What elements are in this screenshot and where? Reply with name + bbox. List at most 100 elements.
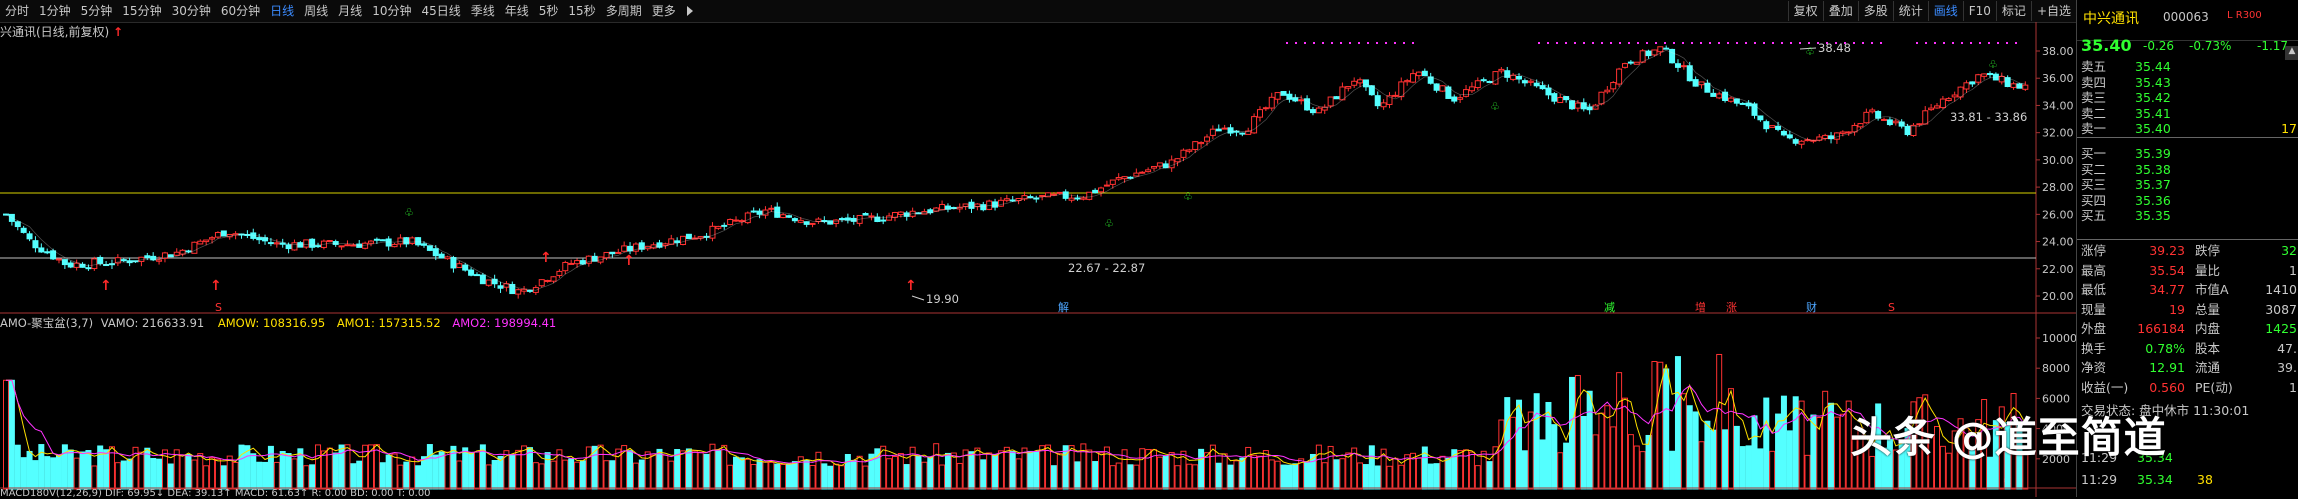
candle-body: [1839, 131, 1846, 134]
candle-body: [1121, 176, 1128, 180]
candle-body: [309, 238, 316, 248]
orderbook-row[interactable]: 买三 35.37: [2077, 177, 2298, 192]
candle-body: [256, 237, 263, 241]
buy-arrow-icon: ↑: [905, 278, 917, 294]
candle-body: [97, 256, 104, 264]
candle-body: [438, 253, 445, 259]
candle-body: [838, 218, 845, 221]
volume-bar: [1745, 445, 1752, 490]
event-marker: 财: [1806, 300, 1817, 314]
y-tick-label: 22.00: [2042, 263, 2074, 276]
candle-body: [1304, 98, 1311, 111]
candle-body: [1527, 80, 1534, 83]
indicator-name[interactable]: AMO-聚宝盆(3,7): [0, 316, 93, 330]
volume-bar: [1027, 450, 1034, 490]
candle-body: [1651, 49, 1658, 56]
candle-body: [1569, 100, 1576, 110]
orderbook-row[interactable]: 卖一 35.40 17: [2077, 121, 2298, 136]
orderbook-row[interactable]: 卖三 35.42: [2077, 90, 2298, 105]
buy-arrow-icon: ↑: [540, 250, 552, 266]
volume-bar: [1663, 368, 1670, 490]
orderbook-row[interactable]: 卖五 35.44: [2077, 59, 2298, 74]
stock-name[interactable]: 中兴通讯: [2083, 8, 2139, 28]
stat-row: 涨停 39.23 跌停 32: [2077, 243, 2298, 259]
volume-bar: [997, 450, 1004, 490]
volume-bar: [1233, 460, 1240, 490]
candle-body: [1251, 116, 1258, 134]
orderbook-label: 买五: [2081, 208, 2107, 223]
candle-body: [179, 249, 186, 255]
candle-body: [1733, 98, 1740, 104]
candle-body: [279, 242, 286, 245]
stat-row: 最高 35.54 量比 1: [2077, 263, 2298, 279]
orderbook-price: 35.37: [2135, 177, 2171, 192]
signal-dot: [1988, 42, 1990, 44]
candle-body: [886, 215, 893, 221]
signal-dot: [1565, 42, 1567, 44]
orderbook-row[interactable]: 买二 35.38: [2077, 162, 2298, 177]
volume-bar: [956, 462, 963, 490]
candle-body: [379, 239, 386, 242]
stat-label: 量比: [2195, 262, 2221, 278]
candle-body: [1280, 91, 1287, 96]
y-tick-label: 32.00: [2042, 127, 2074, 140]
orderbook-row[interactable]: 卖四 35.43: [2077, 75, 2298, 90]
candle-body: [1763, 121, 1770, 130]
orderbook-row[interactable]: 买一 35.39: [2077, 146, 2298, 161]
volume-bar: [515, 449, 522, 490]
stat-row: 换手 0.78% 股本 47.: [2077, 341, 2298, 357]
volume-bar: [73, 457, 80, 490]
candle-body: [1663, 47, 1670, 50]
signal-dot: [1961, 42, 1963, 44]
volume-bar: [379, 462, 386, 490]
candle-body: [868, 215, 875, 218]
volume-bar: [1504, 397, 1511, 490]
volume-bar: [338, 444, 345, 490]
scroll-up-button[interactable]: ▲: [2285, 46, 2298, 60]
y-tick-label: 28.00: [2042, 181, 2074, 194]
volume-bar: [438, 451, 445, 490]
candle-body: [326, 240, 333, 243]
volume-bar: [1616, 372, 1623, 490]
volume-bar: [968, 451, 975, 490]
volume-bar: [420, 456, 427, 490]
orderbook-row[interactable]: 买四 35.36: [2077, 193, 2298, 208]
stat-row: 净资 12.91 流通 39.: [2077, 360, 2298, 376]
candle-body: [1934, 105, 1941, 109]
volume-bar: [786, 463, 793, 490]
signal-dot: [1700, 42, 1702, 44]
volume-bar: [1315, 444, 1322, 490]
volume-bar: [827, 465, 834, 490]
stat-label: 收益(一): [2081, 379, 2129, 395]
volume-bar: [267, 445, 274, 490]
candle-body: [61, 259, 68, 266]
stat-label: 股本: [2195, 340, 2221, 356]
y-tick-label: 24.00: [2042, 236, 2074, 249]
volume-bar: [138, 451, 145, 490]
volume-bar: [279, 450, 286, 490]
volume-bar: [114, 462, 121, 490]
volume-bar: [432, 454, 439, 490]
volume-bar: [1139, 448, 1146, 490]
orderbook-row[interactable]: 买五 35.35: [2077, 208, 2298, 223]
volume-bar: [79, 451, 86, 490]
volume-bar: [791, 461, 798, 490]
candle-body: [1468, 86, 1475, 92]
buy-arrow-icon: ↑: [623, 253, 635, 269]
candle-body: [1268, 96, 1275, 109]
candle-body: [1333, 96, 1340, 100]
volume-bar: [650, 454, 657, 490]
price-pct: -0.73%: [2189, 39, 2232, 53]
orderbook-row[interactable]: 卖二 35.41: [2077, 106, 2298, 121]
volume-bar: [1174, 465, 1181, 490]
candle-body: [1068, 197, 1075, 201]
candle-body: [1533, 82, 1540, 87]
stat-value: 32: [2281, 243, 2297, 258]
volume-bar: [38, 444, 45, 490]
last-price: 35.40: [2081, 36, 2132, 55]
kline-chart[interactable]: 38.00 36.00 34.00 32.00 30.00 28.00 26.00 24.00…: [0, 0, 2076, 497]
volume-bar: [126, 458, 133, 490]
volume-bar: [1445, 457, 1452, 490]
candle-body: [1680, 65, 1687, 68]
volume-bar: [356, 460, 363, 490]
